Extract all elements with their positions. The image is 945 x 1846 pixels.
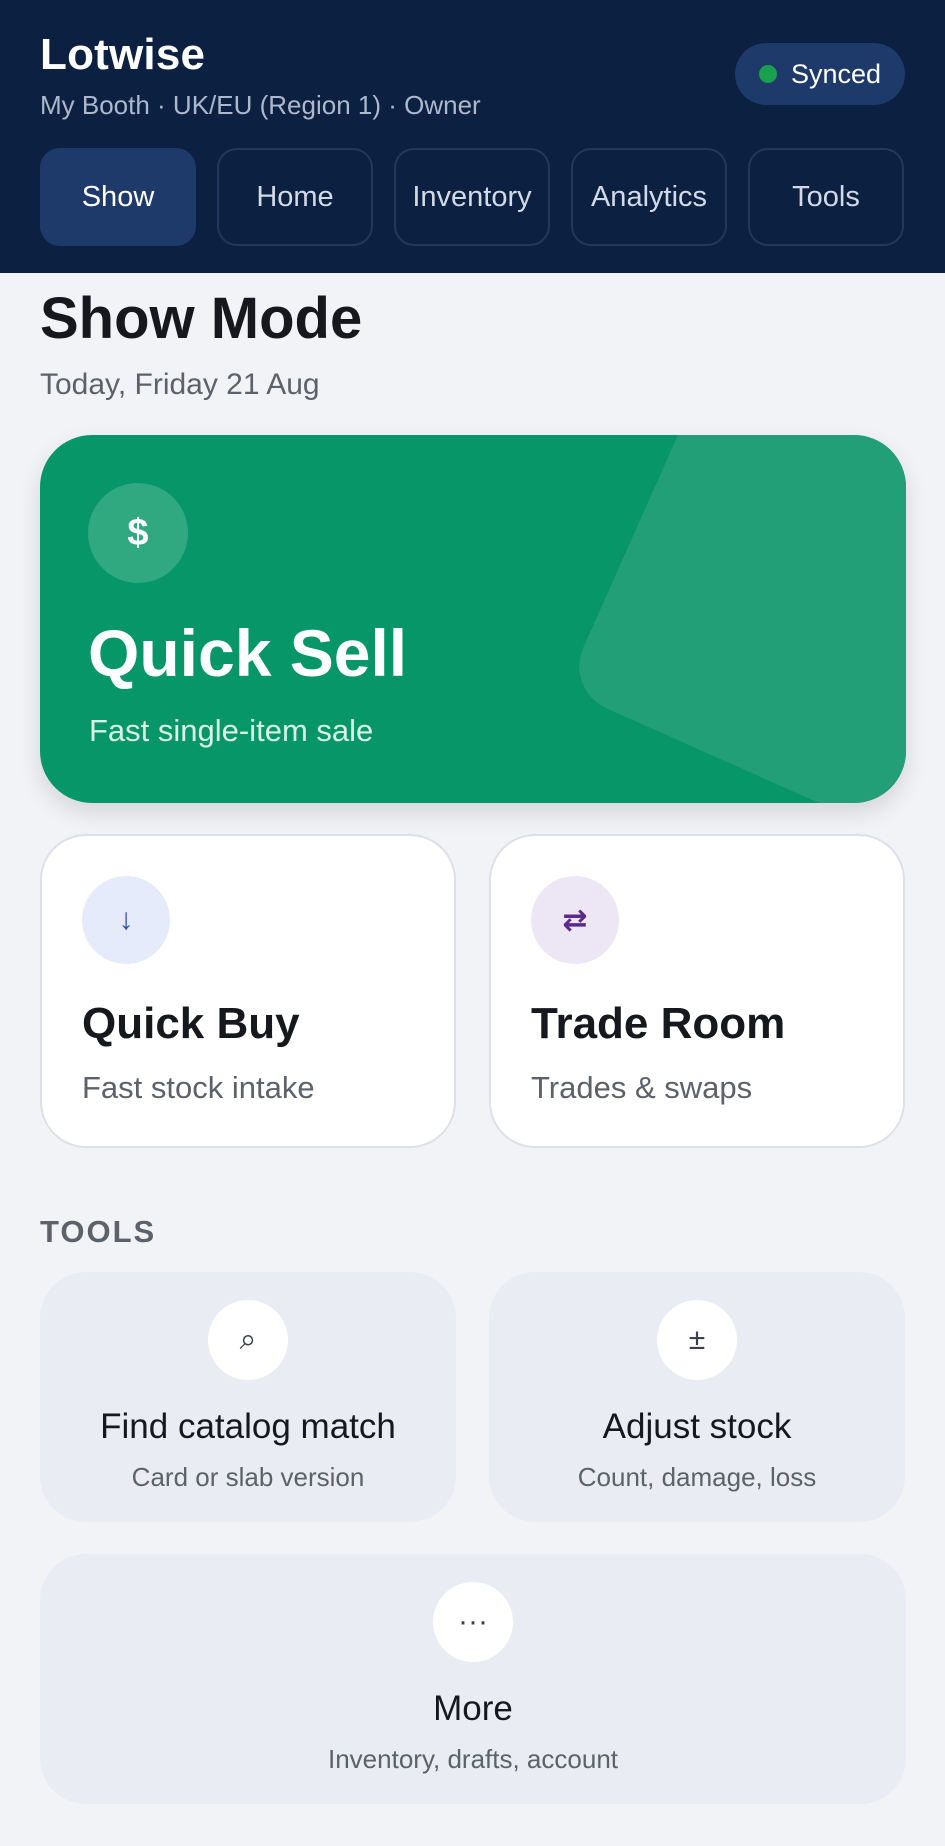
app-title: Lotwise — [40, 30, 206, 79]
quick-sell-title: Quick Sell — [88, 616, 408, 690]
find-catalog-match-title: Find catalog match — [100, 1407, 396, 1446]
find-catalog-match-button[interactable]: ⌕ Find catalog match Card or slab versio… — [40, 1272, 456, 1522]
swap-arrows-icon: ⇄ — [531, 876, 619, 964]
more-subtitle: Inventory, drafts, account — [328, 1744, 618, 1774]
more-button[interactable]: ··· More Inventory, drafts, account — [40, 1554, 906, 1804]
tools-section-label: TOOLS — [40, 1214, 157, 1249]
more-dots-icon: ··· — [433, 1582, 513, 1662]
sync-status-badge[interactable]: Synced — [735, 43, 905, 105]
find-catalog-match-subtitle: Card or slab version — [131, 1462, 365, 1492]
app-subtitle: My Booth · UK/EU (Region 1) · Owner — [40, 90, 481, 120]
plus-minus-icon: ± — [657, 1300, 737, 1380]
tab-show[interactable]: Show — [40, 148, 196, 246]
quick-buy-title: Quick Buy — [82, 999, 300, 1048]
decorative-shape — [564, 435, 906, 803]
adjust-stock-title: Adjust stock — [602, 1407, 792, 1446]
adjust-stock-button[interactable]: ± Adjust stock Count, damage, loss — [489, 1272, 905, 1522]
tab-tools[interactable]: Tools — [748, 148, 904, 246]
tab-inventory[interactable]: Inventory — [394, 148, 550, 246]
quick-sell-subtitle: Fast single-item sale — [89, 713, 374, 748]
quick-sell-button[interactable]: $ Quick Sell Fast single-item sale — [40, 435, 906, 803]
app-header: Lotwise My Booth · UK/EU (Region 1) · Ow… — [0, 0, 945, 273]
page-title: Show Mode — [40, 286, 363, 351]
search-icon: ⌕ — [208, 1300, 288, 1380]
page-date: Today, Friday 21 Aug — [40, 368, 320, 401]
more-title: More — [433, 1689, 513, 1728]
trade-room-button[interactable]: ⇄ Trade Room Trades & swaps — [489, 834, 905, 1148]
trade-room-subtitle: Trades & swaps — [531, 1070, 753, 1105]
arrow-down-icon: ↓ — [82, 876, 170, 964]
trade-room-title: Trade Room — [531, 999, 786, 1048]
quick-buy-button[interactable]: ↓ Quick Buy Fast stock intake — [40, 834, 456, 1148]
quick-buy-subtitle: Fast stock intake — [82, 1070, 315, 1105]
dollar-icon: $ — [88, 483, 188, 583]
adjust-stock-subtitle: Count, damage, loss — [577, 1462, 817, 1492]
sync-status-label: Synced — [790, 58, 882, 89]
main-tabs: Show Home Inventory Analytics Tools — [40, 148, 904, 246]
sync-status-dot-icon — [758, 65, 777, 83]
tab-analytics[interactable]: Analytics — [571, 148, 727, 246]
tab-home[interactable]: Home — [217, 148, 373, 246]
